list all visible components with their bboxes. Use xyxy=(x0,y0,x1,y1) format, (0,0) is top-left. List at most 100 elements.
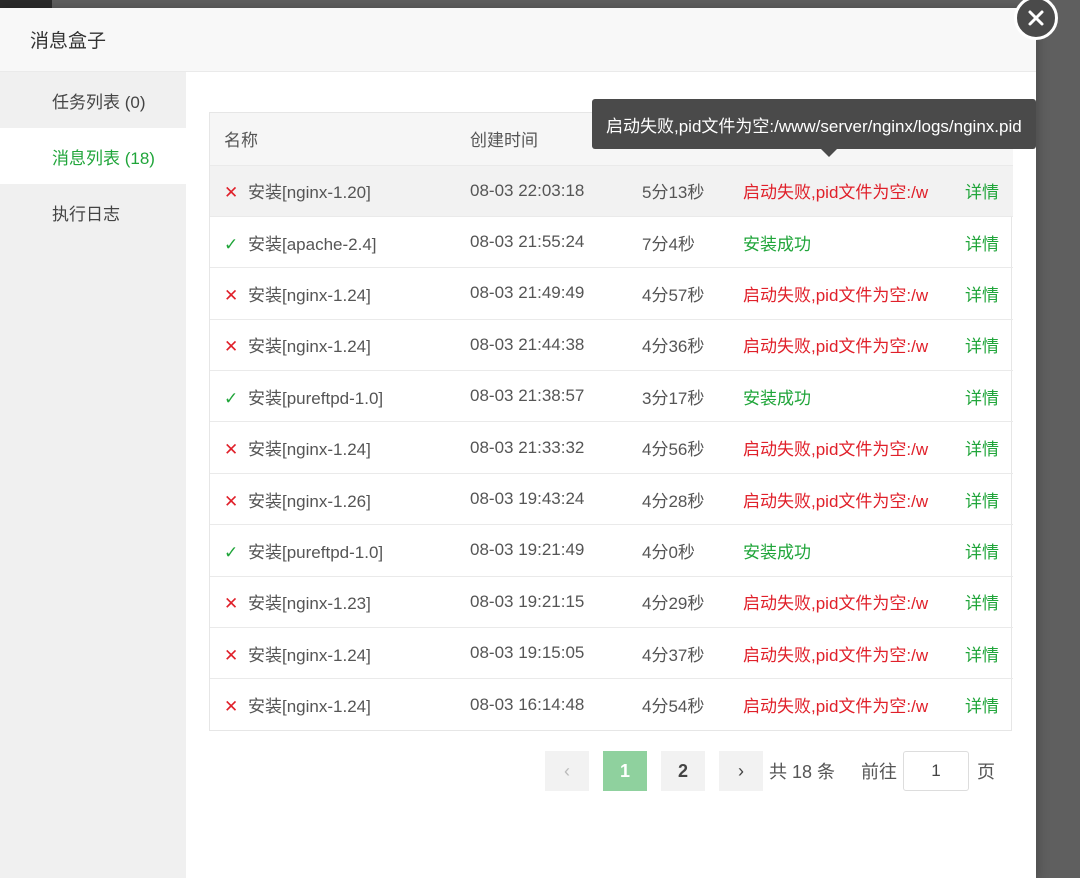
dialog-title: 消息盒子 xyxy=(30,31,107,52)
task-name: 安装[nginx-1.24] xyxy=(248,645,371,665)
table-row[interactable]: ✕ 安装[nginx-1.24] 08-03 19:15:05 4分37秒 启动失败,p… xyxy=(210,627,1013,679)
detail-link[interactable]: 详情 xyxy=(965,183,999,202)
cell-created: 08-03 21:55:24 xyxy=(456,215,628,268)
cell-action: 详情 xyxy=(951,164,1013,217)
task-name: 安装[apache-2.4] xyxy=(248,234,377,254)
cell-created: 08-03 19:21:15 xyxy=(456,575,628,628)
table-row[interactable]: ✓ 安装[pureftpd-1.0] 08-03 19:21:49 4分0秒 安装成功详… xyxy=(210,524,1013,577)
cell-message[interactable]: 安装成功 xyxy=(729,370,951,422)
cell-duration: 4分37秒 xyxy=(628,627,729,679)
cross-icon: ✕ xyxy=(224,491,239,511)
cell-action: 详情 xyxy=(951,215,1013,268)
cell-action: 详情 xyxy=(951,318,1013,371)
page-button-1[interactable]: 1 xyxy=(603,751,647,791)
cell-action: 详情 xyxy=(951,524,1013,577)
column-header-name: 名称 xyxy=(210,113,456,165)
cell-message[interactable]: 启动失败,pid文件为空:/w xyxy=(729,678,951,731)
table-row[interactable]: ✕ 安装[nginx-1.23] 08-03 19:21:15 4分29秒 启动失败,p… xyxy=(210,575,1013,628)
detail-link[interactable]: 详情 xyxy=(965,594,999,613)
table-row[interactable]: ✕ 安装[nginx-1.24] 08-03 21:33:32 4分56秒 启动失败,p… xyxy=(210,421,1013,474)
cell-created: 08-03 19:21:49 xyxy=(456,524,628,577)
cell-message[interactable]: 启动失败,pid文件为空:/w xyxy=(729,472,951,525)
sidebar-item-label: 消息列表 (18) xyxy=(52,148,155,168)
cell-message[interactable]: 启动失败,pid文件为空:/w xyxy=(729,627,951,679)
cross-icon: ✕ xyxy=(224,440,239,460)
cell-action: 详情 xyxy=(951,678,1013,731)
next-page-button[interactable]: › xyxy=(719,751,763,791)
cell-duration: 4分56秒 xyxy=(628,421,729,474)
task-name: 安装[pureftpd-1.0] xyxy=(248,542,384,562)
tooltip-arrow xyxy=(821,149,837,157)
cell-created: 08-03 21:44:38 xyxy=(456,318,628,371)
table-row[interactable]: ✕ 安装[nginx-1.24] 08-03 21:49:49 4分57秒 启动失败,p… xyxy=(210,267,1013,320)
cell-name: ✕ 安装[nginx-1.24] xyxy=(210,421,456,474)
detail-link[interactable]: 详情 xyxy=(965,440,999,459)
cell-created: 08-03 19:15:05 xyxy=(456,627,628,679)
close-button[interactable] xyxy=(1014,0,1058,40)
tooltip-text: 启动失败,pid文件为空:/www/server/nginx/logs/ngin… xyxy=(606,116,1022,136)
cell-message[interactable]: 安装成功 xyxy=(729,215,951,268)
table-row[interactable]: ✓ 安装[pureftpd-1.0] 08-03 21:38:57 3分17秒 安装成功… xyxy=(210,370,1013,422)
cross-icon: ✕ xyxy=(224,697,239,717)
cell-created: 08-03 19:43:24 xyxy=(456,472,628,525)
task-name: 安装[nginx-1.24] xyxy=(248,440,371,460)
cell-action: 详情 xyxy=(951,370,1013,422)
page-button-2[interactable]: 2 xyxy=(661,751,705,791)
detail-link[interactable]: 详情 xyxy=(965,337,999,356)
check-icon: ✓ xyxy=(224,388,239,408)
cell-created: 08-03 21:38:57 xyxy=(456,370,628,422)
detail-link[interactable]: 详情 xyxy=(965,492,999,511)
backdrop xyxy=(0,0,52,8)
main-content: 名称 创建时间 ✕ 安装[nginx-1.20] 08-03 22:03:18 5分1… xyxy=(186,72,1036,878)
cross-icon: ✕ xyxy=(224,183,239,203)
goto-page-input[interactable] xyxy=(903,751,970,791)
cell-duration: 3分17秒 xyxy=(628,370,729,422)
cell-message[interactable]: 启动失败,pid文件为空:/w xyxy=(729,164,951,217)
cell-message[interactable]: 启动失败,pid文件为空:/w xyxy=(729,318,951,371)
sidebar-item-task-list[interactable]: 任务列表 (0) xyxy=(0,72,186,128)
cell-name: ✕ 安装[nginx-1.23] xyxy=(210,575,456,628)
pagination: ‹ 1 2 › 共 18 条 前往 页 xyxy=(545,750,995,792)
cell-duration: 4分57秒 xyxy=(628,267,729,320)
sidebar-item-execution-log[interactable]: 执行日志 xyxy=(0,184,186,240)
cell-message[interactable]: 启动失败,pid文件为空:/w xyxy=(729,267,951,320)
detail-link[interactable]: 详情 xyxy=(965,697,999,716)
cell-name: ✕ 安装[nginx-1.24] xyxy=(210,267,456,320)
detail-link[interactable]: 详情 xyxy=(965,543,999,562)
check-icon: ✓ xyxy=(224,542,239,562)
cell-name: ✕ 安装[nginx-1.24] xyxy=(210,627,456,679)
cell-message[interactable]: 启动失败,pid文件为空:/w xyxy=(729,575,951,628)
task-name: 安装[nginx-1.24] xyxy=(248,285,371,305)
cell-name: ✕ 安装[nginx-1.24] xyxy=(210,678,456,731)
dialog-header: 消息盒子 xyxy=(0,8,1036,72)
detail-link[interactable]: 详情 xyxy=(965,235,999,254)
cell-created: 08-03 22:03:18 xyxy=(456,164,628,217)
cell-action: 详情 xyxy=(951,472,1013,525)
table-row[interactable]: ✓ 安装[apache-2.4] 08-03 21:55:24 7分4秒 安装成功 详情 xyxy=(210,215,1013,268)
cell-name: ✕ 安装[nginx-1.24] xyxy=(210,318,456,371)
sidebar-item-label: 任务列表 (0) xyxy=(52,92,146,112)
cell-duration: 7分4秒 xyxy=(628,215,729,268)
table-row[interactable]: ✕ 安装[nginx-1.24] 08-03 21:44:38 4分36秒 启动失败,p… xyxy=(210,318,1013,371)
sidebar-item-message-list[interactable]: 消息列表 (18) xyxy=(0,128,186,184)
detail-link[interactable]: 详情 xyxy=(965,389,999,408)
close-icon xyxy=(1028,10,1044,26)
cell-action: 详情 xyxy=(951,421,1013,474)
cell-name: ✕ 安装[nginx-1.20] xyxy=(210,164,456,217)
task-name: 安装[nginx-1.26] xyxy=(248,491,371,511)
detail-link[interactable]: 详情 xyxy=(965,286,999,305)
detail-link[interactable]: 详情 xyxy=(965,646,999,665)
cell-created: 08-03 16:14:48 xyxy=(456,678,628,731)
cell-duration: 4分29秒 xyxy=(628,575,729,628)
table-row[interactable]: ✕ 安装[nginx-1.24] 08-03 16:14:48 4分54秒 启动失败,p… xyxy=(210,678,1013,731)
cell-duration: 4分28秒 xyxy=(628,472,729,525)
cell-message[interactable]: 启动失败,pid文件为空:/w xyxy=(729,421,951,474)
task-name: 安装[pureftpd-1.0] xyxy=(248,388,384,408)
message-table: 名称 创建时间 ✕ 安装[nginx-1.20] 08-03 22:03:18 5分1… xyxy=(209,112,1013,732)
prev-page-button[interactable]: ‹ xyxy=(545,751,589,791)
cell-duration: 4分0秒 xyxy=(628,524,729,577)
cross-icon: ✕ xyxy=(224,285,239,305)
table-row[interactable]: ✕ 安装[nginx-1.26] 08-03 19:43:24 4分28秒 启动失败,p… xyxy=(210,472,1013,525)
cell-message[interactable]: 安装成功 xyxy=(729,524,951,577)
table-row[interactable]: ✕ 安装[nginx-1.20] 08-03 22:03:18 5分13秒 启动失败,p… xyxy=(210,164,1013,217)
